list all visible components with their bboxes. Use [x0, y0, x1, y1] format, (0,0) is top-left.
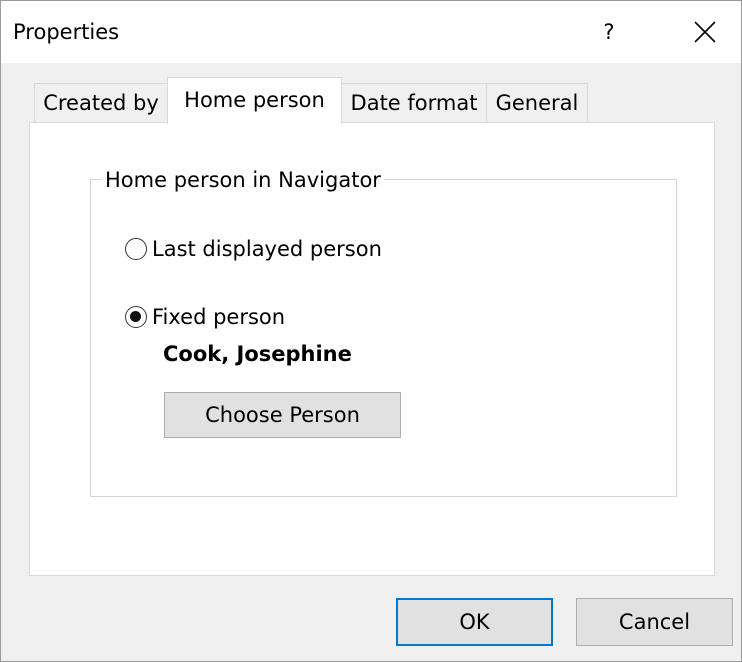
radio-last-displayed-person[interactable]: Last displayed person — [125, 234, 382, 264]
cancel-button[interactable]: Cancel — [576, 598, 733, 646]
tab-general[interactable]: General — [486, 83, 588, 123]
properties-dialog: Properties ? Created by Home person Date… — [0, 0, 742, 662]
radio-label-last-displayed: Last displayed person — [152, 237, 382, 261]
radio-button-checked[interactable] — [125, 306, 147, 328]
tab-created-by[interactable]: Created by — [34, 83, 168, 123]
close-button[interactable] — [679, 14, 731, 50]
title-bar[interactable]: Properties ? — [1, 1, 741, 63]
radio-label-fixed-person: Fixed person — [152, 305, 286, 329]
window-title: Properties — [13, 20, 120, 44]
groupbox-legend: Home person in Navigator — [102, 166, 384, 194]
tab-home-person[interactable]: Home person — [167, 77, 342, 124]
home-person-groupbox: Home person in Navigator Last displayed … — [90, 166, 677, 497]
selected-person-name: Cook, Josephine — [163, 342, 352, 366]
choose-person-button[interactable]: Choose Person — [164, 392, 401, 438]
help-button[interactable]: ? — [589, 14, 629, 50]
close-icon — [694, 21, 716, 43]
home-person-tab-page: Home person in Navigator Last displayed … — [29, 122, 715, 576]
tab-date-format[interactable]: Date format — [341, 83, 487, 123]
radio-button-unchecked[interactable] — [125, 238, 147, 260]
ok-button[interactable]: OK — [396, 598, 553, 646]
radio-fixed-person[interactable]: Fixed person — [125, 302, 285, 332]
